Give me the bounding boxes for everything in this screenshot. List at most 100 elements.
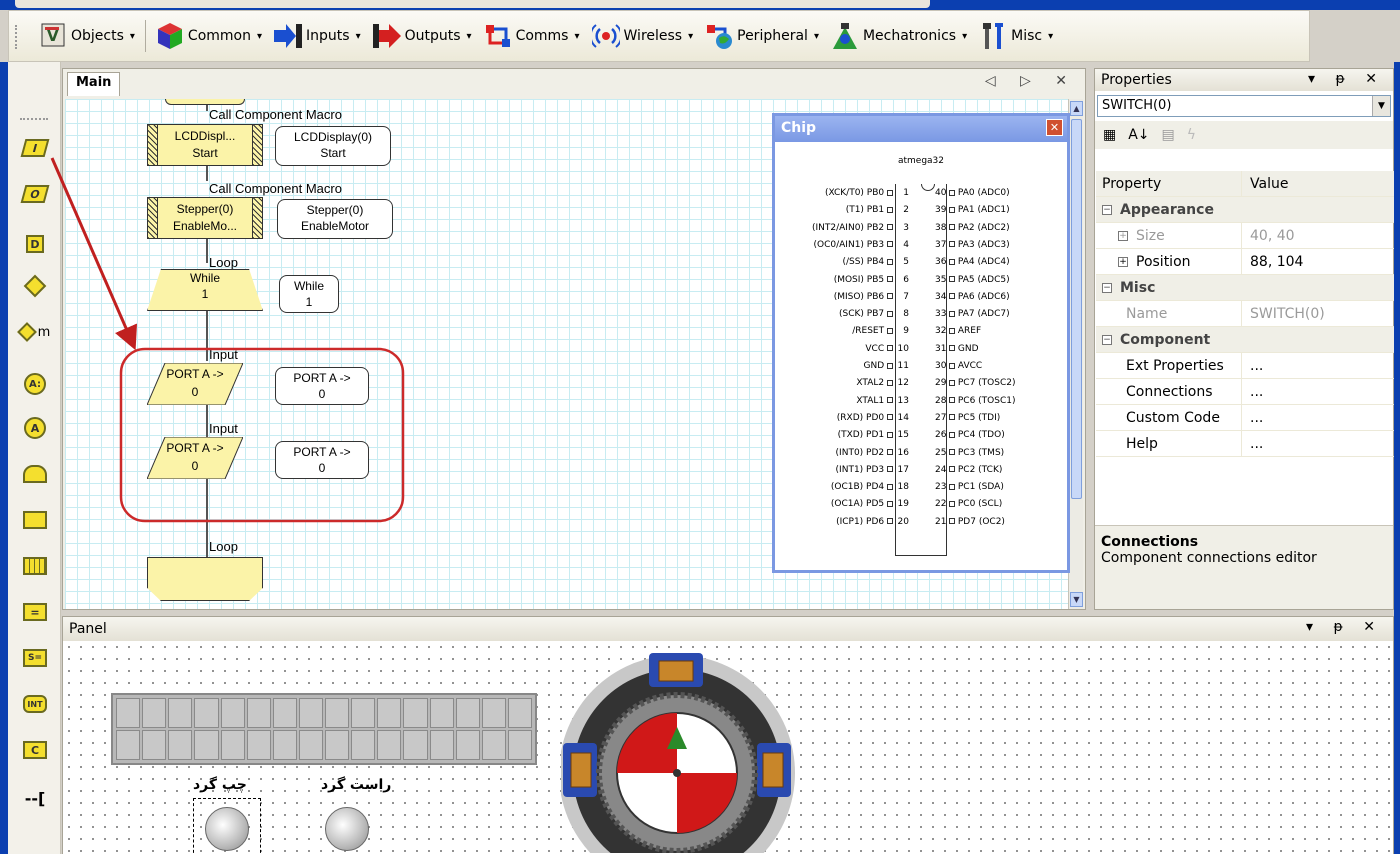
lcd-cell <box>455 730 480 760</box>
chip-pin-right[interactable]: 37 PA3 (ADC3) <box>935 240 1069 257</box>
property-custom-code[interactable]: Custom Code... <box>1096 404 1394 431</box>
palette-calculation-icon[interactable]: = <box>18 598 52 626</box>
properties-controls[interactable]: ▾ ᵽ ✕ <box>1308 71 1385 87</box>
chip-pin-left[interactable]: (INT0) PD2 16 <box>775 448 909 465</box>
loop-end-block[interactable] <box>147 557 263 601</box>
chip-close-button[interactable]: ✕ <box>1046 119 1063 136</box>
property-size[interactable]: + Size 40, 40 <box>1096 222 1394 249</box>
inputs-menu-button[interactable]: Inputs ▾ <box>268 16 367 56</box>
lcd-cell <box>168 698 193 728</box>
right-rotate-button[interactable] <box>325 807 369 851</box>
palette-c-code-icon[interactable]: C <box>18 736 52 764</box>
chevron-down-icon[interactable]: ▼ <box>1372 96 1390 116</box>
component-select[interactable]: SWITCH(0) ▼ <box>1097 95 1391 117</box>
chip-pin-left[interactable]: VCC 10 <box>775 344 909 361</box>
chip-pin-left[interactable]: (MISO) PB6 7 <box>775 292 909 309</box>
mechatronics-icon <box>831 21 859 51</box>
dropdown-arrow-icon: ▾ <box>129 30 135 42</box>
events-icon[interactable]: ϟ <box>1187 127 1196 143</box>
chip-pin-left[interactable]: (ICP1) PD6 20 <box>775 517 909 534</box>
objects-menu-button[interactable]: V Objects ▾ <box>33 16 141 56</box>
palette-goto-icon[interactable]: A <box>18 414 52 442</box>
toolbar-grip[interactable] <box>15 25 19 49</box>
chip-pin-left[interactable]: XTAL1 13 <box>775 396 909 413</box>
chip-pin-left[interactable]: (INT2/AIN0) PB2 3 <box>775 223 909 240</box>
chip-pin-left[interactable]: GND 11 <box>775 361 909 378</box>
chip-pin-right[interactable]: 30 AVCC <box>935 361 1069 378</box>
stepper-motor-component[interactable] <box>561 643 801 853</box>
chip-pin-right[interactable]: 26 PC4 (TDO) <box>935 430 1069 447</box>
chip-pin-right[interactable]: 35 PA5 (ADC5) <box>935 275 1069 292</box>
category-component[interactable]: − Component <box>1096 327 1394 353</box>
property-position[interactable]: + Position 88, 104 <box>1096 248 1394 275</box>
highlight-rectangle <box>119 347 405 523</box>
left-rotate-button[interactable] <box>205 807 249 851</box>
chip-pin-right[interactable]: 31 GND <box>935 344 1069 361</box>
panel-canvas[interactable]: چپ گرد راست گرد <box>63 641 1393 854</box>
chip-pin-left[interactable]: (OC1B) PD4 18 <box>775 482 909 499</box>
chip-pin-left[interactable]: (TXD) PD1 15 <box>775 430 909 447</box>
mechatronics-menu-button[interactable]: Mechatronics ▾ <box>825 16 973 56</box>
lcd-cell <box>325 698 350 728</box>
peripheral-menu-button[interactable]: Peripheral ▾ <box>699 16 825 56</box>
chip-pin-left[interactable]: (SCK) PB7 8 <box>775 309 909 326</box>
chip-pin-right[interactable]: 32 AREF <box>935 326 1069 343</box>
chip-pin-left[interactable]: (INT1) PD3 17 <box>775 465 909 482</box>
category-appearance[interactable]: − Appearance <box>1096 197 1394 223</box>
palette-string-icon[interactable]: S= <box>18 644 52 672</box>
misc-menu-button[interactable]: Misc ▾ <box>973 16 1059 56</box>
palette-interrupt-icon[interactable]: INT <box>18 690 52 718</box>
outputs-menu-label: Outputs <box>404 28 461 44</box>
outputs-menu-button[interactable]: Outputs ▾ <box>367 16 478 56</box>
chip-pin-right[interactable]: 21 PD7 (OC2) <box>935 517 1069 534</box>
chip-pin-left[interactable]: XTAL2 12 <box>775 378 909 395</box>
chip-pin-right[interactable]: 40 PA0 (ADC0) <box>935 188 1069 205</box>
chip-pin-right[interactable]: 24 PC2 (TCK) <box>935 465 1069 482</box>
property-help[interactable]: Help... <box>1096 430 1394 457</box>
chip-pin-left[interactable]: (XCK/T0) PB0 1 <box>775 188 909 205</box>
chip-pin-left[interactable]: (OC1A) PD5 19 <box>775 499 909 516</box>
lcd-display-component[interactable] <box>111 693 537 765</box>
chip-pin-left[interactable]: (OC0/AIN1) PB3 4 <box>775 240 909 257</box>
category-misc[interactable]: − Misc <box>1096 275 1394 301</box>
chip-pin-left[interactable]: (T1) PB1 2 <box>775 205 909 222</box>
chip-pin-left[interactable]: /RESET 9 <box>775 326 909 343</box>
chip-pin-right[interactable]: 33 PA7 (ADC7) <box>935 309 1069 326</box>
chip-pin-right[interactable]: 28 PC6 (TOSC1) <box>935 396 1069 413</box>
palette-connection-point-icon[interactable]: A: <box>18 370 52 398</box>
categorized-icon[interactable]: ▦ <box>1103 127 1116 143</box>
palette-component-macro-icon[interactable] <box>18 552 52 580</box>
panel-controls[interactable]: ▾ ᵽ ✕ <box>1306 619 1383 635</box>
canvas-vertical-scrollbar[interactable]: ▲ ▼ <box>1068 99 1083 609</box>
sort-alpha-icon[interactable]: A↓ <box>1128 127 1149 143</box>
chip-pin-right[interactable]: 22 PC0 (SCL) <box>935 499 1069 516</box>
comms-menu-button[interactable]: Comms ▾ <box>478 16 586 56</box>
chip-pin-left[interactable]: (/SS) PB4 5 <box>775 257 909 274</box>
chip-pin-right[interactable]: 38 PA2 (ADC2) <box>935 223 1069 240</box>
chip-pin-right[interactable]: 23 PC1 (SDA) <box>935 482 1069 499</box>
property-pages-icon[interactable]: ▤ <box>1162 127 1175 143</box>
chip-pin-right[interactable]: 29 PC7 (TOSC2) <box>935 378 1069 395</box>
wireless-menu-button[interactable]: Wireless ▾ <box>586 16 700 56</box>
tab-main[interactable]: Main <box>67 72 121 96</box>
palette-macro-icon[interactable] <box>18 506 52 534</box>
window-frame-right <box>1394 62 1400 854</box>
chip-pin-right[interactable]: 27 PC5 (TDI) <box>935 413 1069 430</box>
chip-pin-right[interactable]: 39 PA1 (ADC1) <box>935 205 1069 222</box>
chip-pin-left[interactable]: (MOSI) PB5 6 <box>775 275 909 292</box>
palette-loop-icon[interactable] <box>18 460 52 488</box>
property-ext-properties[interactable]: Ext Properties... <box>1096 352 1394 379</box>
chip-pin-right[interactable]: 25 PC3 (TMS) <box>935 448 1069 465</box>
chip-pin-right[interactable]: 36 PA4 (ADC4) <box>935 257 1069 274</box>
properties-toolbar: ▦ A↓ ▤ ϟ <box>1095 121 1393 149</box>
panel-title: Panel <box>69 621 107 637</box>
chip-pin-left[interactable]: (RXD) PD0 14 <box>775 413 909 430</box>
property-name[interactable]: Name SWITCH(0) <box>1096 300 1394 327</box>
chip-pin-right[interactable]: 34 PA6 (ADC6) <box>935 292 1069 309</box>
chip-window-title[interactable]: Chip ✕ <box>775 116 1067 142</box>
property-connections[interactable]: Connections... <box>1096 378 1394 405</box>
common-menu-button[interactable]: Common ▾ <box>150 16 268 56</box>
tab-controls[interactable]: ◁ ▷ ✕ <box>985 73 1077 89</box>
lcd-cell <box>220 730 245 760</box>
palette-comment-icon[interactable]: --[ <box>18 784 52 812</box>
